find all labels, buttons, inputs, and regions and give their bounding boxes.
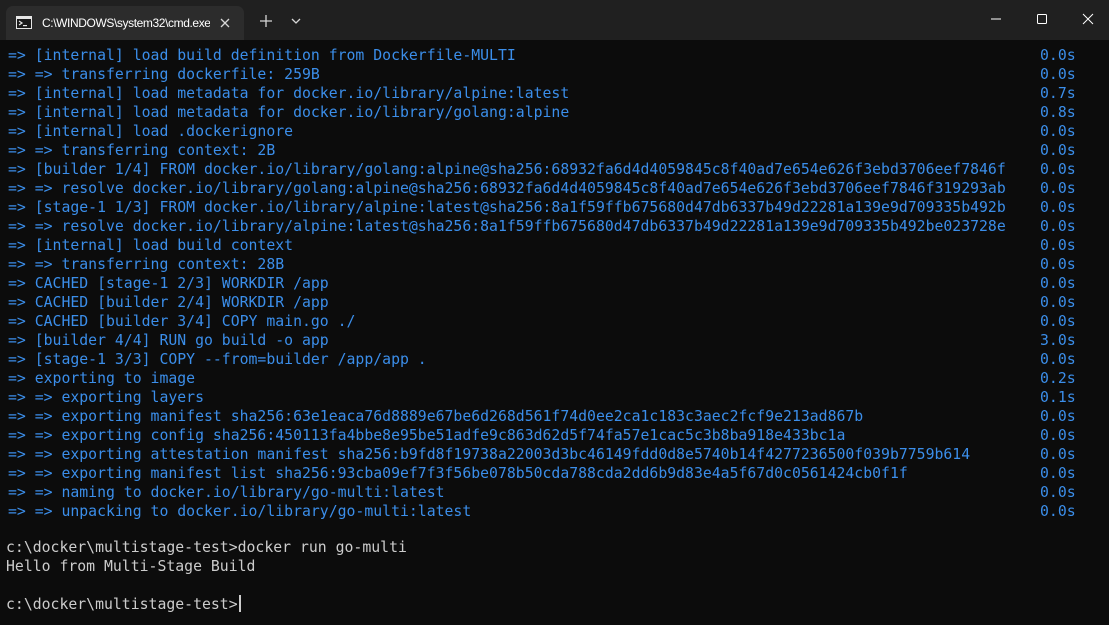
build-step-duration: 0.0s [1040,47,1076,64]
build-output-line: => => transferring dockerfile: 259B [8,66,320,83]
build-output-line: => => resolve docker.io/library/golang:a… [8,180,1006,197]
build-step-duration: 0.0s [1040,199,1076,216]
build-output-line: => [builder 4/4] RUN go build -o app [8,332,329,349]
build-step-duration: 0.0s [1040,142,1076,159]
terminal-output[interactable]: => [internal] load build definition from… [0,40,1109,625]
build-output-line: => => unpacking to docker.io/library/go-… [8,503,472,520]
build-output-line: => => transferring context: 2B [8,142,276,159]
build-step-duration: 0.0s [1040,484,1076,501]
build-step-duration: 0.0s [1040,275,1076,292]
maximize-button[interactable] [1019,0,1065,38]
prompt: c:\docker\multistage-test> [6,596,238,613]
build-output-line: => [stage-1 3/3] COPY --from=builder /ap… [8,351,427,368]
build-output-line: => => exporting manifest list sha256:93c… [8,465,908,482]
tab-cmd[interactable]: C:\WINDOWS\system32\cmd.exe [6,6,244,40]
close-window-button[interactable] [1065,0,1109,38]
build-step-duration: 0.0s [1040,161,1076,178]
build-step-duration: 0.0s [1040,408,1076,425]
build-step-duration: 0.0s [1040,465,1076,482]
build-output-line: => => resolve docker.io/library/alpine:l… [8,218,1006,235]
tab-title: C:\WINDOWS\system32\cmd.exe [42,16,210,30]
build-step-duration: 0.0s [1040,218,1076,235]
build-step-duration: 0.8s [1040,104,1076,121]
program-output: Hello from Multi-Stage Build [6,558,256,575]
build-output-line: => [internal] load build definition from… [8,47,516,64]
build-step-duration: 0.2s [1040,370,1076,387]
build-step-duration: 0.0s [1040,123,1076,140]
build-output-line: => [builder 1/4] FROM docker.io/library/… [8,161,1006,178]
build-step-duration: 0.7s [1040,85,1076,102]
build-output-line: => [internal] load build context [8,237,294,254]
chevron-down-icon[interactable] [287,12,305,30]
build-step-duration: 3.0s [1040,332,1076,349]
build-step-duration: 0.0s [1040,256,1076,273]
build-step-duration: 0.0s [1040,427,1076,444]
build-step-duration: 0.0s [1040,66,1076,83]
build-step-duration: 0.0s [1040,180,1076,197]
build-output-line: => [stage-1 1/3] FROM docker.io/library/… [8,199,1006,216]
build-output-line: => => transferring context: 28B [8,256,285,273]
prompt-line[interactable]: c:\docker\multistage-test> [6,595,241,614]
build-step-duration: 0.0s [1040,351,1076,368]
command-line: c:\docker\multistage-test>docker run go-… [6,539,407,556]
build-output-line: => [internal] load metadata for docker.i… [8,85,570,102]
build-output-line: => => exporting attestation manifest sha… [8,446,971,463]
text-cursor [238,595,241,612]
build-step-duration: 0.0s [1040,446,1076,463]
close-icon [1082,13,1094,25]
tab-close-icon[interactable] [216,14,234,32]
build-output-line: => => naming to docker.io/library/go-mul… [8,484,445,501]
build-output-line: => => exporting layers [8,389,204,406]
build-output-line: => CACHED [stage-1 2/3] WORKDIR /app [8,275,329,292]
build-output-line: => exporting to image [8,370,196,387]
build-output-line: => => exporting config sha256:450113fa4b… [8,427,846,444]
terminal-window: C:\WINDOWS\system32\cmd.exe => [internal… [0,0,1109,625]
build-output-line: => CACHED [builder 2/4] WORKDIR /app [8,294,329,311]
title-bar[interactable]: C:\WINDOWS\system32\cmd.exe [0,0,1109,40]
new-tab-plus-icon[interactable] [256,11,276,31]
build-output-line: => [internal] load metadata for docker.i… [8,104,570,121]
build-step-duration: 0.0s [1040,294,1076,311]
maximize-icon [1037,14,1047,24]
build-step-duration: 0.0s [1040,503,1076,520]
minimize-button[interactable] [973,0,1019,38]
terminal-icon [16,16,32,29]
build-output-line: => [internal] load .dockerignore [8,123,294,140]
build-step-duration: 0.0s [1040,237,1076,254]
build-output-line: => CACHED [builder 3/4] COPY main.go ./ [8,313,356,330]
build-step-duration: 0.0s [1040,313,1076,330]
build-step-duration: 0.1s [1040,389,1076,406]
build-output-line: => => exporting manifest sha256:63e1eaca… [8,408,864,425]
minimize-icon [991,18,1001,20]
